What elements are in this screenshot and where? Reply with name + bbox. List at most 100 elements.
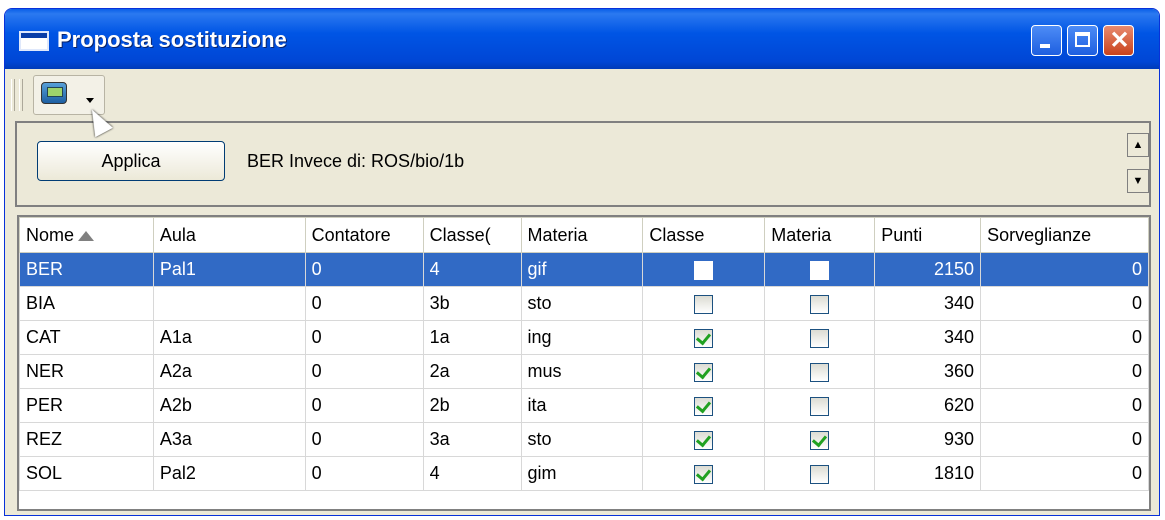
cell-classe-short[interactable]: 4 [422, 252, 522, 287]
cell-materia[interactable]: mus [520, 354, 644, 389]
cell-classe-short[interactable]: 1a [422, 320, 522, 355]
cell-aula[interactable]: A1a [152, 320, 306, 355]
cell-classe-short[interactable]: 3a [422, 422, 522, 457]
cell-sorveglianze[interactable]: 0 [980, 320, 1149, 355]
table-row[interactable]: BIA 0 3b sto 340 0 [19, 286, 1149, 321]
cell-classe-check[interactable] [642, 388, 766, 423]
cell-nome[interactable]: BER [19, 252, 154, 287]
minimize-button[interactable] [1031, 25, 1062, 56]
cell-classe-check[interactable] [642, 354, 766, 389]
cell-punti[interactable]: 620 [874, 388, 982, 423]
cell-classe-short[interactable]: 2b [422, 388, 522, 423]
column-header-aula[interactable]: Aula [152, 217, 306, 253]
column-header-sorveglianze[interactable]: Sorveglianze [980, 217, 1149, 253]
table-row[interactable]: SOL Pal2 0 4 gim 1810 0 [19, 456, 1149, 491]
cell-sorveglianze[interactable]: 0 [980, 354, 1149, 389]
maximize-button[interactable] [1067, 25, 1098, 56]
cell-sorveglianze[interactable]: 0 [980, 252, 1149, 287]
cell-nome[interactable]: SOL [19, 456, 154, 491]
cell-materia[interactable]: gim [520, 456, 644, 491]
cell-nome[interactable]: BIA [19, 286, 154, 321]
scroll-up-button[interactable]: ▲ [1127, 133, 1149, 157]
cell-materia-check[interactable] [764, 286, 876, 321]
cell-materia-check[interactable] [764, 456, 876, 491]
cell-aula[interactable]: A3a [152, 422, 306, 457]
toolbar-grip[interactable] [11, 79, 15, 111]
cell-classe-short[interactable]: 3b [422, 286, 522, 321]
cell-materia-check[interactable] [764, 320, 876, 355]
cell-materia-check[interactable] [764, 354, 876, 389]
unchecked-checkbox[interactable] [810, 294, 830, 314]
cell-contatore[interactable]: 0 [304, 388, 424, 423]
cell-punti[interactable]: 360 [874, 354, 982, 389]
cell-contatore[interactable]: 0 [304, 422, 424, 457]
title-bar[interactable]: Proposta sostituzione ✕ [5, 9, 1159, 69]
column-header-punti[interactable]: Punti [874, 217, 982, 253]
cell-sorveglianze[interactable]: 0 [980, 388, 1149, 423]
table-row[interactable]: CAT A1a 0 1a ing 340 0 [19, 320, 1149, 355]
cell-sorveglianze[interactable]: 0 [980, 456, 1149, 491]
cell-classe-check[interactable] [642, 456, 766, 491]
column-header-materia-check[interactable]: Materia [764, 217, 876, 253]
cell-nome[interactable]: PER [19, 388, 154, 423]
cell-sorveglianze[interactable]: 0 [980, 286, 1149, 321]
cell-materia-check[interactable] [764, 252, 876, 287]
cell-nome[interactable]: CAT [19, 320, 154, 355]
cell-materia-check[interactable] [764, 422, 876, 457]
cell-classe-check[interactable] [642, 320, 766, 355]
cell-classe-check[interactable] [642, 286, 766, 321]
unchecked-checkbox[interactable] [810, 328, 830, 348]
column-header-contatore[interactable]: Contatore [304, 217, 424, 253]
checked-checkbox[interactable] [810, 430, 830, 450]
cell-nome[interactable]: REZ [19, 422, 154, 457]
unchecked-checkbox[interactable] [694, 294, 714, 314]
close-button[interactable]: ✕ [1103, 25, 1134, 56]
column-header-classe[interactable]: Classe [642, 217, 766, 253]
table-row[interactable]: REZ A3a 0 3a sto 930 0 [19, 422, 1149, 457]
cell-classe-short[interactable]: 4 [422, 456, 522, 491]
cell-aula[interactable]: Pal2 [152, 456, 306, 491]
cell-classe-short[interactable]: 2a [422, 354, 522, 389]
cell-contatore[interactable]: 0 [304, 320, 424, 355]
table-row[interactable]: PER A2b 0 2b ita 620 0 [19, 388, 1149, 423]
checked-checkbox[interactable] [694, 328, 714, 348]
cell-materia[interactable]: sto [520, 422, 644, 457]
cell-aula[interactable]: A2b [152, 388, 306, 423]
cell-aula[interactable] [152, 286, 306, 321]
unchecked-checkbox[interactable] [694, 260, 714, 280]
checked-checkbox[interactable] [694, 464, 714, 484]
column-header-materia[interactable]: Materia [520, 217, 644, 253]
cell-contatore[interactable]: 0 [304, 456, 424, 491]
table-row[interactable]: NER A2a 0 2a mus 360 0 [19, 354, 1149, 389]
cell-contatore[interactable]: 0 [304, 252, 424, 287]
cell-materia[interactable]: sto [520, 286, 644, 321]
column-header-classe-short[interactable]: Classe( [422, 217, 522, 253]
scroll-down-button[interactable]: ▼ [1127, 169, 1149, 193]
cell-aula[interactable]: A2a [152, 354, 306, 389]
cell-materia[interactable]: ita [520, 388, 644, 423]
cell-punti[interactable]: 340 [874, 286, 982, 321]
cell-nome[interactable]: NER [19, 354, 154, 389]
checked-checkbox[interactable] [694, 362, 714, 382]
unchecked-checkbox[interactable] [810, 464, 830, 484]
table-row[interactable]: BER Pal1 0 4 gif 2150 0 [19, 252, 1149, 287]
cell-punti[interactable]: 340 [874, 320, 982, 355]
column-header-nome[interactable]: Nome [19, 217, 154, 253]
cell-aula[interactable]: Pal1 [152, 252, 306, 287]
cell-materia-check[interactable] [764, 388, 876, 423]
cell-punti[interactable]: 1810 [874, 456, 982, 491]
cell-punti[interactable]: 2150 [874, 252, 982, 287]
cell-classe-check[interactable] [642, 252, 766, 287]
cell-contatore[interactable]: 0 [304, 286, 424, 321]
cell-classe-check[interactable] [642, 422, 766, 457]
unchecked-checkbox[interactable] [810, 396, 830, 416]
checked-checkbox[interactable] [694, 396, 714, 416]
cell-materia[interactable]: gif [520, 252, 644, 287]
cell-sorveglianze[interactable]: 0 [980, 422, 1149, 457]
cell-contatore[interactable]: 0 [304, 354, 424, 389]
cell-punti[interactable]: 930 [874, 422, 982, 457]
apply-button[interactable]: Applica [37, 141, 225, 181]
unchecked-checkbox[interactable] [810, 260, 830, 280]
unchecked-checkbox[interactable] [810, 362, 830, 382]
cell-materia[interactable]: ing [520, 320, 644, 355]
